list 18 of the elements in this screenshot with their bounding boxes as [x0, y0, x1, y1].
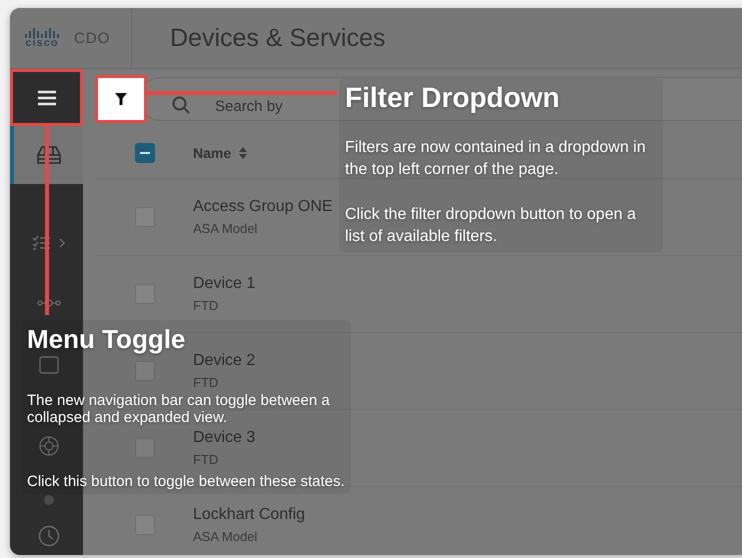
device-type: FTD	[193, 298, 220, 313]
device-name: Device 1	[193, 275, 256, 293]
device-name: Access Group ONE	[193, 198, 333, 216]
device-type: ASA Model	[193, 529, 258, 544]
callout-text: Click the filter dropdown button to open a list of available filters.	[345, 205, 637, 247]
device-type: FTD	[193, 452, 220, 467]
callout-title: Filter Dropdown	[345, 82, 561, 114]
callout-text: The new navigation bar can toggle between a collapsed and expanded view.	[27, 392, 331, 426]
callout-text: Filters are now contained in a dropdown in the top left corner of the page.	[345, 138, 647, 180]
device-name: Device 2	[193, 352, 256, 370]
device-type: FTD	[193, 375, 220, 390]
device-name: Device 3	[193, 429, 256, 447]
device-type: ASA Model	[193, 221, 258, 236]
device-name: Lockhart Config	[193, 506, 306, 524]
page-title: Devices & Services	[169, 24, 386, 52]
logo-text: cisco	[25, 38, 59, 48]
callout-title: Menu Toggle	[27, 324, 186, 355]
callout-text: Click this button to toggle between these states.	[27, 473, 346, 490]
